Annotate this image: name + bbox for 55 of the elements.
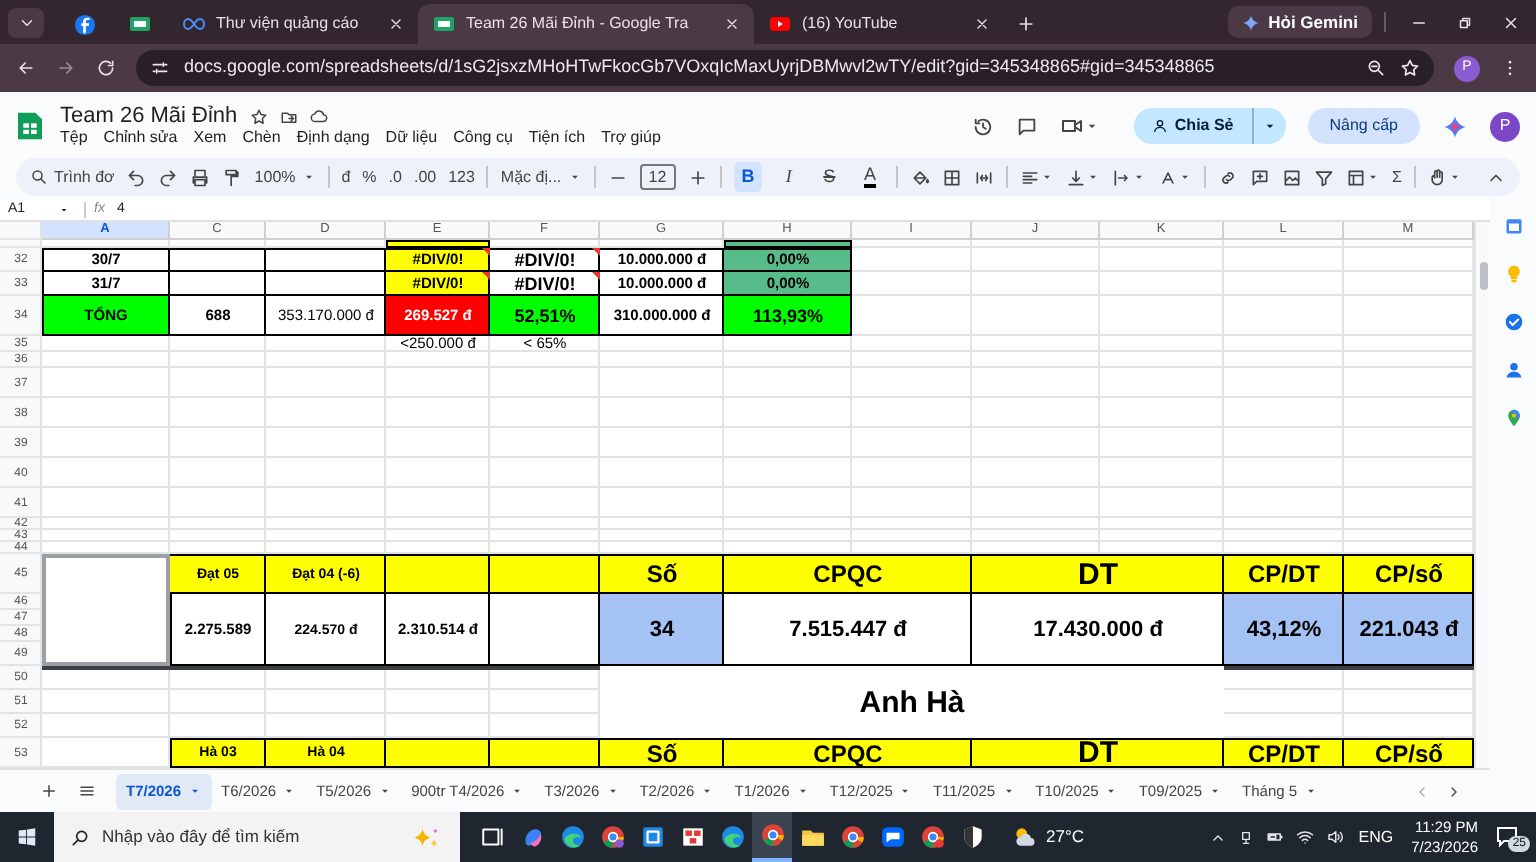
table-cell: 52,51% [490,296,600,336]
format-button[interactable]: 123 [448,169,475,185]
format-toggle[interactable]: I [774,162,803,192]
format-button[interactable]: % [362,169,377,185]
dropdown[interactable]: Mặc đị... [500,165,582,189]
browser-tab[interactable]: Team 26 Mãi Đỉnh - Google Tra [418,4,754,44]
account-avatar[interactable]: P [1490,111,1520,141]
browser-tab[interactable]: Thư viện quảng cáo [168,4,418,44]
table-cell: DT [972,738,1224,768]
table-cell: Số [600,738,724,768]
table-cell: 113,93% [724,296,852,336]
browser-tab[interactable]: (16) YouTube [754,4,1004,44]
gemini-button[interactable]: Hỏi Gemini [1228,6,1372,38]
table-cell: Anh Hà [600,666,1224,738]
menu-item[interactable]: Tiện ích [528,130,586,146]
table-cell: Số [600,554,724,594]
menu-item[interactable]: Định dạng [296,130,370,146]
table-cell: CP/số [1344,738,1474,768]
share-button[interactable]: Chia Sẻ [1134,108,1286,144]
format-button[interactable]: .00 [413,169,437,185]
format-button[interactable]: Σ [1392,169,1402,185]
address-bar[interactable]: docs.google.com/spreadsheets/d/1sG2jsxzMHoHTwFkocGb7VOxqIcMaxUyrjDBMwvl2wTY/edit?gid=345348865#gid=345348865 [136,50,1434,86]
table-cell: 7.515.447 đ [724,594,972,666]
menu-item[interactable]: Trợ giúp [601,130,661,146]
menu-item[interactable]: Dữ liệu [385,130,438,146]
font-size-field[interactable]: 12 [639,164,676,190]
document-title[interactable]: Team 26 Mãi Đỉnh [60,106,238,128]
table-cell: 17.430.000 đ [972,594,1224,666]
menu-item[interactable]: Chỉnh sửa [103,130,178,146]
format-toggle[interactable]: A [855,162,885,192]
table-cell: 43,12% [1224,594,1344,666]
table-cell: #DIV/0! [490,248,600,272]
format-toggle[interactable]: S [815,162,844,192]
menu-search-field[interactable]: Trình đơ [30,165,115,189]
weather-temperature[interactable]: 27°C [1046,824,1084,850]
taskbar-search-field[interactable]: Nhập vào đây để tìm kiếm [54,812,460,862]
menu-item[interactable]: Xem [193,130,227,146]
table-cell: DT [972,554,1224,594]
table-cell: 221.043 đ [1344,594,1474,666]
table-cell: CP/số [1344,554,1474,594]
upgrade-button[interactable]: Nâng cấp [1307,108,1420,144]
table-cell: #DIV/0! [490,272,600,296]
menu-item[interactable]: Công cụ [453,130,513,146]
table-cell: CPQC [724,554,972,594]
menu-item[interactable]: Chèn [242,130,281,146]
table-cell: CPQC [724,738,972,768]
menu-item[interactable]: Tệp [60,130,88,146]
dropdown[interactable]: 100% [254,165,316,189]
table-cell: CP/DT [1224,554,1344,594]
format-button[interactable]: .0 [388,169,402,185]
input-language[interactable]: ENG [1358,825,1394,849]
format-toggle[interactable]: B [733,162,763,192]
table-cell: 34 [600,594,724,666]
table-cell: CP/DT [1224,738,1344,768]
format-button[interactable]: đ [341,169,351,185]
